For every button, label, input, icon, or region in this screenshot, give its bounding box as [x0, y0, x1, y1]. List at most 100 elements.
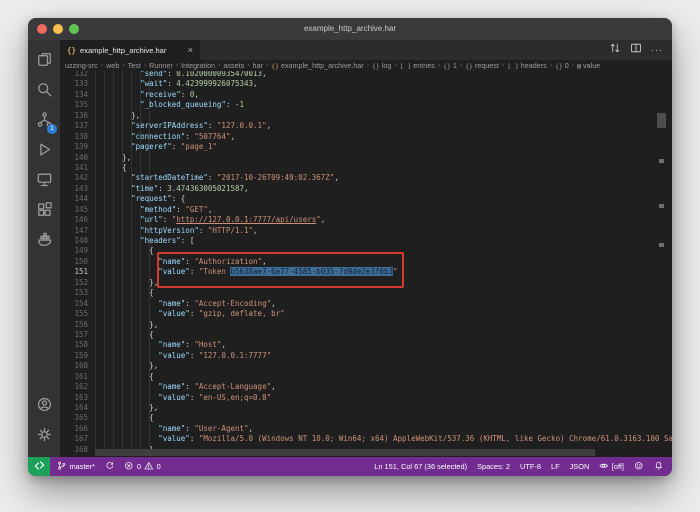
code-line[interactable]: 140 }, [60, 153, 672, 163]
code-line[interactable]: 157 { [60, 330, 672, 340]
code-line[interactable]: 135 "_blocked_queueing": -1 [60, 100, 672, 110]
line-number[interactable]: 156 [60, 320, 88, 330]
line-number[interactable]: 144 [60, 194, 88, 204]
breadcrumb-item-0[interactable]: {}0 [555, 61, 569, 70]
split-icon[interactable] [630, 41, 642, 59]
code-line[interactable]: 139 "pageref": "page_1" [60, 142, 672, 152]
line-number[interactable]: 136 [60, 111, 88, 121]
code-line[interactable]: 166 "name": "User-Agent", [60, 424, 672, 434]
breadcrumb-item-uzzing-src[interactable]: uzzing-src [65, 61, 98, 70]
vertical-scrollbar[interactable] [656, 71, 667, 457]
line-number[interactable]: 152 [60, 278, 88, 288]
compare-icon[interactable] [609, 41, 621, 59]
code-line[interactable]: 142 "startedDateTime": "2017-10-26T09:49… [60, 173, 672, 183]
code-line[interactable]: 138 "connection": "507764", [60, 132, 672, 142]
line-number[interactable]: 146 [60, 215, 88, 225]
line-number[interactable]: 143 [60, 184, 88, 194]
line-number[interactable]: 151 [60, 267, 88, 277]
code-line[interactable]: 167 "value": "Mozilla/5.0 (Windows NT 10… [60, 434, 672, 444]
code-line[interactable]: 145 "method": "GET", [60, 205, 672, 215]
breadcrumb-item-headers[interactable]: [ ]headers [507, 61, 547, 70]
breadcrumb-item-assets[interactable]: assets [223, 61, 244, 70]
code-line[interactable]: 147 "httpVersion": "HTTP/1.1", [60, 226, 672, 236]
close-tab-icon[interactable]: × [188, 45, 193, 55]
line-number[interactable]: 153 [60, 288, 88, 298]
remote-indicator[interactable] [28, 457, 50, 476]
line-number[interactable]: 140 [60, 153, 88, 163]
code-line[interactable]: 148 "headers": [ [60, 236, 672, 246]
breadcrumb-item-1[interactable]: {}1 [443, 61, 457, 70]
code-line[interactable]: 156 }, [60, 320, 672, 330]
line-number[interactable]: 132 [60, 71, 88, 79]
horizontal-scrollbar[interactable] [88, 449, 656, 456]
activity-search[interactable] [28, 77, 60, 107]
line-number[interactable]: 158 [60, 340, 88, 350]
breadcrumb-item-value[interactable]: ▤value [577, 61, 600, 70]
line-number[interactable]: 166 [60, 424, 88, 434]
line-number[interactable]: 167 [60, 434, 88, 444]
code-line[interactable]: 161 { [60, 372, 672, 382]
activity-docker[interactable] [28, 227, 60, 257]
line-number[interactable]: 138 [60, 132, 88, 142]
tab-example-http-archive[interactable]: {} example_http_archive.har × [60, 40, 200, 60]
activity-settings[interactable] [28, 422, 60, 452]
code-line[interactable]: 141 { [60, 163, 672, 173]
line-number[interactable]: 141 [60, 163, 88, 173]
code-line[interactable]: 159 "value": "127.0.0.1:7777" [60, 351, 672, 361]
line-number[interactable]: 135 [60, 100, 88, 110]
line-number[interactable]: 149 [60, 246, 88, 256]
activity-run-debug[interactable] [28, 137, 60, 167]
line-number[interactable]: 160 [60, 361, 88, 371]
code-line[interactable]: 132 "send": 0.10200000935470013, [60, 71, 672, 79]
line-number[interactable]: 164 [60, 403, 88, 413]
status-feedback[interactable] [634, 461, 644, 473]
activity-source-control[interactable]: 1 [28, 107, 60, 137]
line-number[interactable]: 163 [60, 393, 88, 403]
line-number[interactable]: 145 [60, 205, 88, 215]
status-branch[interactable]: master* [57, 461, 95, 473]
line-number[interactable]: 150 [60, 257, 88, 267]
line-number[interactable]: 157 [60, 330, 88, 340]
line-number[interactable]: 159 [60, 351, 88, 361]
code-line[interactable]: 133 "wait": 4.423999926075343, [60, 79, 672, 89]
activity-accounts[interactable] [28, 392, 60, 422]
line-number[interactable]: 154 [60, 299, 88, 309]
line-number[interactable]: 165 [60, 413, 88, 423]
code-line[interactable]: 162 "name": "Accept-Language", [60, 382, 672, 392]
code-line[interactable]: 155 "value": "gzip, deflate, br" [60, 309, 672, 319]
line-number[interactable]: 155 [60, 309, 88, 319]
status-sync[interactable] [105, 461, 115, 473]
code-line[interactable]: 158 "name": "Host", [60, 340, 672, 350]
status-notifications[interactable] [654, 461, 664, 473]
breadcrumb-item-example-http-archive-har[interactable]: {}example_http_archive.har [271, 61, 363, 70]
line-number[interactable]: 133 [60, 79, 88, 89]
line-number[interactable]: 168 [60, 445, 88, 455]
code-line[interactable]: 165 { [60, 413, 672, 423]
code-line[interactable]: 160 }, [60, 361, 672, 371]
code-line[interactable]: 134 "receive": 0, [60, 90, 672, 100]
status-problems[interactable]: 00 [124, 461, 160, 473]
status-blame-toggle[interactable]: [off] [599, 461, 624, 473]
breadcrumb-item-integration[interactable]: Integration [181, 61, 215, 70]
breadcrumb-item-har[interactable]: har [253, 61, 263, 70]
status-cursor-position[interactable]: Ln 151, Col 67 (36 selected) [374, 462, 467, 471]
line-number[interactable]: 147 [60, 226, 88, 236]
scrollbar-thumb[interactable] [95, 449, 595, 456]
activity-extensions[interactable] [28, 197, 60, 227]
breadcrumb-item-web[interactable]: web [106, 61, 119, 70]
code-line[interactable]: 154 "name": "Accept-Encoding", [60, 299, 672, 309]
line-number[interactable]: 161 [60, 372, 88, 382]
code-line[interactable]: 144 "request": { [60, 194, 672, 204]
line-number[interactable]: 142 [60, 173, 88, 183]
breadcrumb-item-entries[interactable]: [ ]entries [400, 61, 435, 70]
breadcrumb-item-log[interactable]: {}log [372, 61, 391, 70]
scrollbar-thumb[interactable] [657, 113, 666, 128]
line-number[interactable]: 134 [60, 90, 88, 100]
code-line[interactable]: 163 "value": "en-US,en;q=0.8" [60, 393, 672, 403]
line-number[interactable]: 162 [60, 382, 88, 392]
code-line[interactable]: 143 "time": 3.474363005021587, [60, 184, 672, 194]
editor[interactable]: 132 "send": 0.10200000935470013,133 "wai… [60, 71, 672, 457]
activity-remote-explorer[interactable] [28, 167, 60, 197]
activity-explorer[interactable] [28, 47, 60, 77]
status-eol[interactable]: LF [551, 462, 560, 471]
